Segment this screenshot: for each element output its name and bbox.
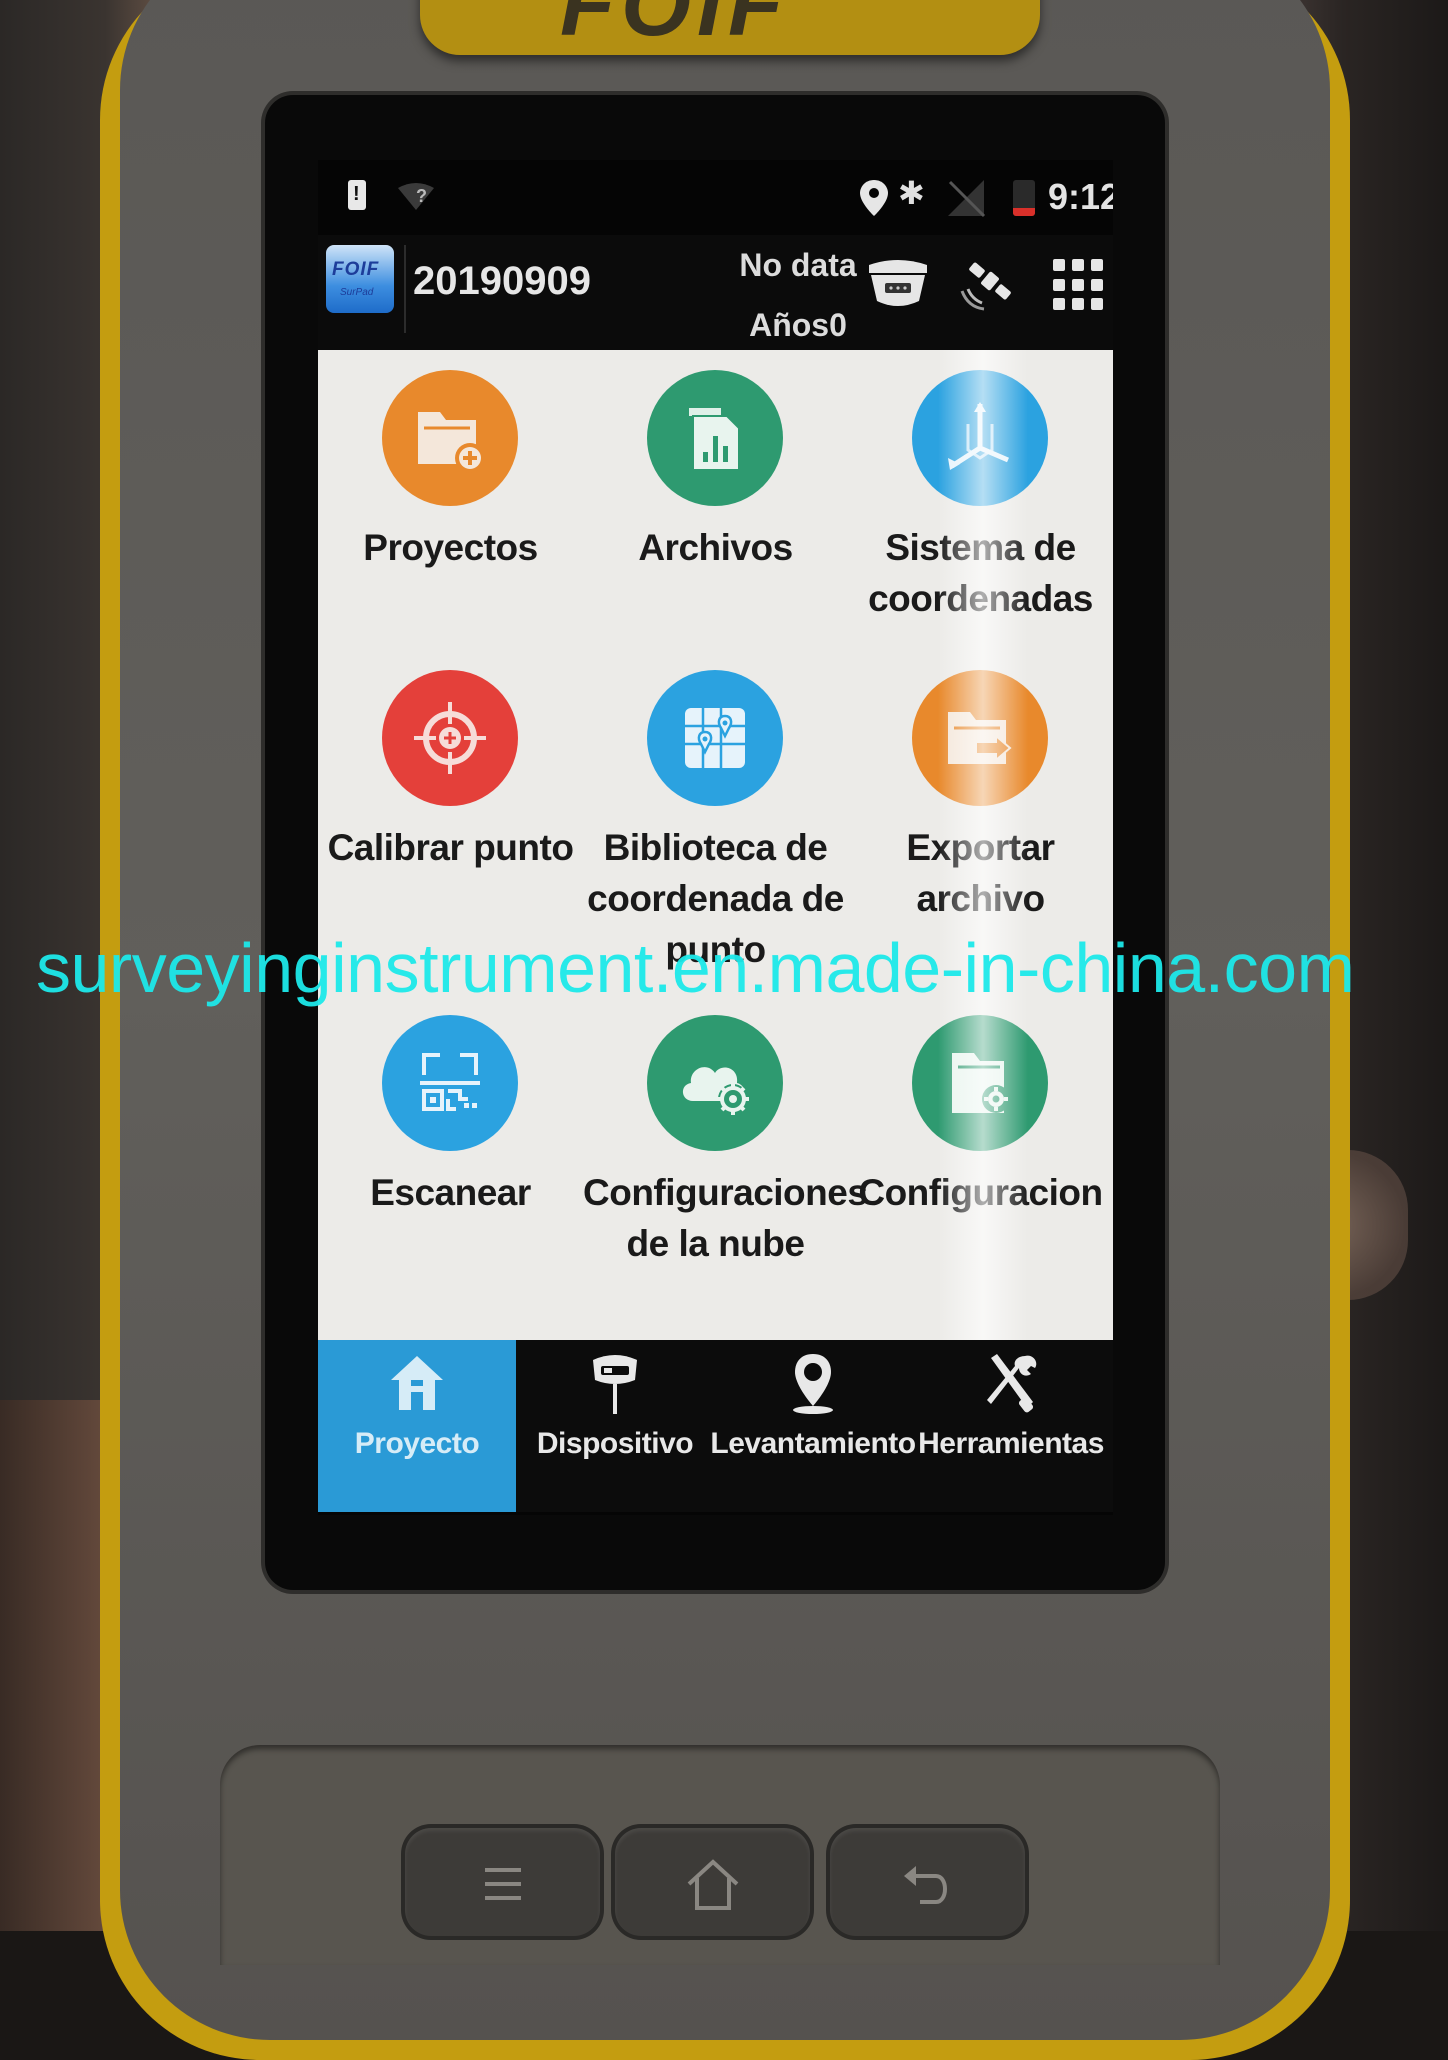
hardware-home-key[interactable]	[615, 1828, 810, 1936]
icon-circle	[382, 1015, 518, 1151]
tools-icon	[987, 1354, 1037, 1413]
no-signal-icon	[944, 178, 988, 218]
menu-icon	[485, 1868, 521, 1900]
project-name: 20190909	[413, 259, 591, 303]
menu-item-escanear[interactable]: Escanear	[318, 995, 583, 1325]
icon-circle	[912, 670, 1048, 806]
app-logo-subtext: SurPad	[340, 287, 374, 298]
tab-dispositivo[interactable]: Dispositivo	[516, 1340, 714, 1512]
header-divider	[404, 245, 406, 333]
battery-low-icon	[1013, 180, 1035, 216]
home-icon	[391, 1356, 443, 1410]
hardware-back-key[interactable]	[830, 1828, 1025, 1936]
icon-circle	[647, 1015, 783, 1151]
icon-circle	[647, 370, 783, 506]
status-time: 9:12	[1048, 176, 1113, 217]
cloud-settings-icon	[682, 1067, 749, 1115]
back-icon	[904, 1866, 947, 1904]
app-logo[interactable]: FOIF SurPad	[326, 245, 394, 313]
gnss-receiver-icon[interactable]	[863, 257, 933, 313]
watermark: surveyinginstrument.en.made-in-china.com	[36, 929, 1355, 1007]
battery-alert-icon	[348, 180, 366, 210]
menu-item-label: Configuracion	[858, 1172, 1103, 1213]
tab-label: Proyecto	[354, 1427, 480, 1460]
icon-circle	[647, 670, 783, 806]
menu-item-sistema-de-coordenadas[interactable]: Sistema de coordenadas	[848, 350, 1113, 680]
bluetooth-icon: ✱	[898, 175, 925, 211]
tab-label: Dispositivo	[536, 1427, 694, 1460]
coordinate-axes-icon	[948, 402, 1009, 470]
tab-label: Levantamiento	[710, 1427, 916, 1460]
menu-item-label: Archivos	[638, 527, 793, 568]
crosshair-icon	[414, 702, 486, 774]
menu-item-label: Exportar archivo	[906, 827, 1055, 919]
icon-circle	[912, 370, 1048, 506]
brand-logo: FOIF	[560, 0, 789, 55]
screen: ? ✱ 9:12 FOIF SurPad 20190909 No data Añ…	[318, 160, 1113, 1515]
qr-scan-icon	[420, 1053, 480, 1111]
folder-export-icon	[948, 712, 1012, 764]
menu-item-configuracion[interactable]: Configuracion	[848, 995, 1113, 1325]
tab-label: Herramientas	[918, 1427, 1104, 1460]
app-header: FOIF SurPad 20190909 No data Años0	[318, 235, 1113, 350]
app-logo-text: FOIF	[332, 259, 380, 280]
menu-item-label: Escanear	[370, 1172, 531, 1213]
folder-add-icon	[418, 412, 485, 473]
menu-item-label: Configuraciones de la nube	[583, 1172, 868, 1264]
menu-item-proyectos[interactable]: Proyectos	[318, 350, 583, 680]
satellite-icon[interactable]	[958, 249, 1022, 313]
status-bar: ? ✱ 9:12	[318, 160, 1113, 235]
tab-herramientas[interactable]: Herramientas	[912, 1340, 1110, 1512]
tab-levantamiento[interactable]: Levantamiento	[710, 1340, 916, 1512]
menu-item-label: Proyectos	[363, 527, 538, 568]
home-icon	[687, 1859, 739, 1910]
wifi-unknown-icon: ?	[396, 182, 436, 218]
gnss-rover-icon	[593, 1355, 637, 1414]
location-icon	[856, 178, 892, 218]
menu-item-archivos[interactable]: Archivos	[583, 350, 848, 680]
app-grid-icon[interactable]	[1053, 259, 1105, 311]
icon-circle	[912, 1015, 1048, 1151]
menu-item-label: Calibrar punto	[327, 827, 574, 868]
menu-item-configuraciones-de-la-nube[interactable]: Configuraciones de la nube	[583, 995, 868, 1325]
icon-circle	[382, 370, 518, 506]
map-pins-icon	[685, 708, 745, 768]
file-chart-icon	[689, 408, 740, 471]
icon-circle	[382, 670, 518, 806]
menu-item-label: Sistema de coordenadas	[868, 527, 1093, 619]
bottom-nav: Proyecto Dispositivo Levantamiento Herra…	[318, 1340, 1113, 1512]
folder-settings-icon	[952, 1053, 1010, 1113]
hardware-menu-key[interactable]	[405, 1828, 600, 1936]
main-menu-grid: Proyectos Archivos Sistema de coordenada…	[318, 350, 1113, 1340]
map-pin-icon	[793, 1354, 833, 1414]
tab-proyecto[interactable]: Proyecto	[318, 1340, 516, 1512]
wifi-unknown-glyph: ?	[416, 186, 427, 206]
